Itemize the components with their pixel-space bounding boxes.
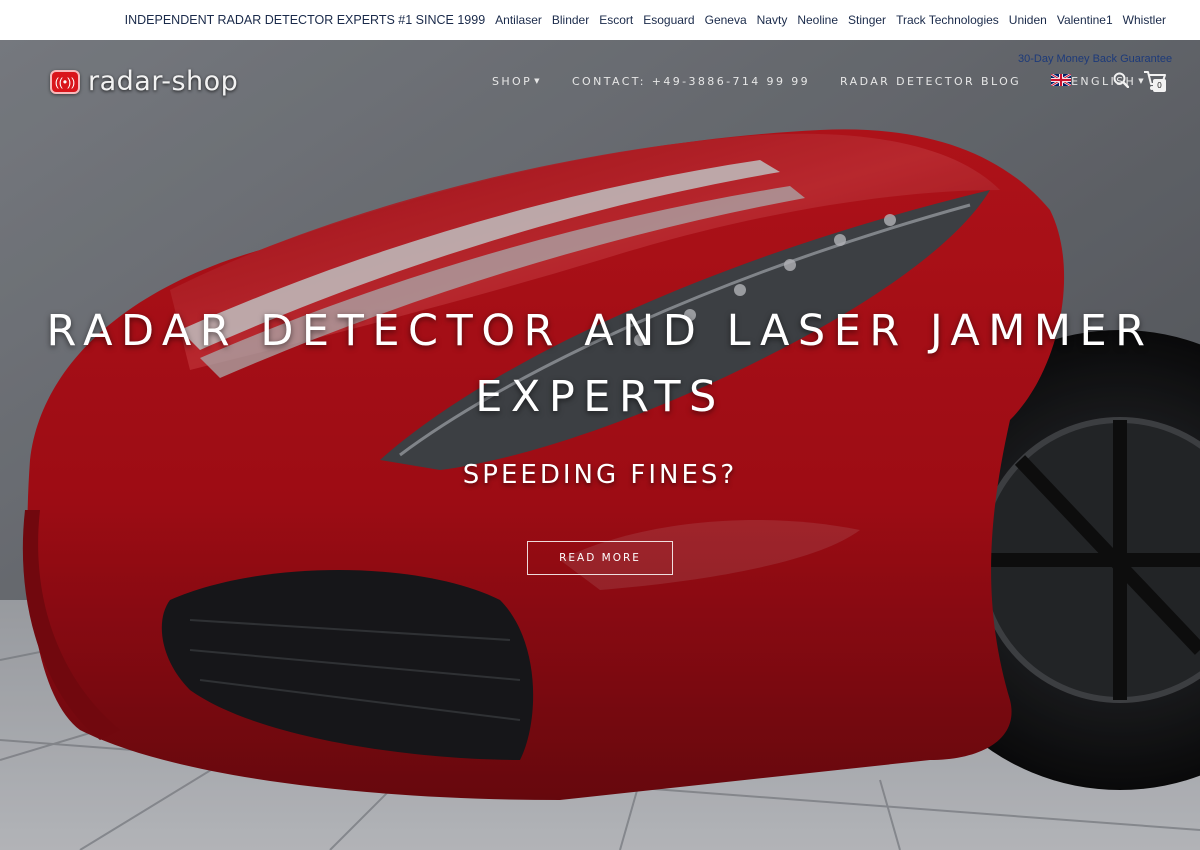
hero-headline: RADAR DETECTOR AND LASER JAMMER EXPERTS: [0, 298, 1200, 430]
brand-link-escort[interactable]: Escort: [599, 13, 633, 27]
uk-flag-icon: [1051, 74, 1072, 86]
money-back-guarantee: 30-Day Money Back Guarantee: [1018, 53, 1173, 65]
nav-item-language[interactable]: ENGLISH ▼: [1051, 74, 1146, 88]
hero-headline-line-1: RADAR DETECTOR AND LASER JAMMER: [46, 306, 1154, 356]
brand-link-esoguard[interactable]: Esoguard: [643, 13, 694, 27]
tagline: INDEPENDENT RADAR DETECTOR EXPERTS #1 SI…: [124, 13, 486, 27]
hero-overlay: [0, 40, 1200, 850]
read-more-button[interactable]: READ MORE: [527, 541, 673, 575]
main-nav: SHOP ▼ CONTACT: +49-3886-714 99 99 RADAR …: [492, 74, 1176, 88]
top-brand-bar: INDEPENDENT RADAR DETECTOR EXPERTS #1 SI…: [0, 0, 1200, 40]
hero-banner: ((•)) radar-shop 30-Day Money Back Guara…: [0, 40, 1200, 850]
brand-link-uniden[interactable]: Uniden: [1009, 13, 1047, 27]
hero-headline-line-2: EXPERTS: [475, 372, 725, 422]
brand-link-valentine1[interactable]: Valentine1: [1057, 13, 1113, 27]
brand-link-neoline[interactable]: Neoline: [797, 13, 838, 27]
site-logo[interactable]: ((•)) radar-shop: [50, 66, 238, 97]
nav-item-contact[interactable]: CONTACT: +49-3886-714 99 99: [572, 75, 810, 88]
search-icon[interactable]: [1113, 72, 1129, 88]
brand-link-track-technologies[interactable]: Track Technologies: [896, 13, 999, 27]
brand-link-blinder[interactable]: Blinder: [552, 13, 589, 27]
caret-down-icon: ▼: [534, 76, 542, 85]
nav-item-shop[interactable]: SHOP ▼: [492, 75, 542, 88]
brand-link-whistler[interactable]: Whistler: [1123, 13, 1166, 27]
brand-link-antilaser[interactable]: Antilaser: [495, 13, 542, 27]
cart-count-badge: 0: [1153, 79, 1166, 92]
brand-link-geneva[interactable]: Geneva: [705, 13, 747, 27]
radar-icon: ((•)): [50, 69, 80, 94]
nav-shop-label: SHOP: [492, 74, 533, 88]
brand-link-stinger[interactable]: Stinger: [848, 13, 886, 27]
nav-item-blog[interactable]: RADAR DETECTOR BLOG: [840, 75, 1021, 88]
brand-link-navty[interactable]: Navty: [757, 13, 788, 27]
logo-text: radar-shop: [88, 66, 239, 97]
hero-subheadline: SPEEDING FINES?: [462, 460, 738, 490]
